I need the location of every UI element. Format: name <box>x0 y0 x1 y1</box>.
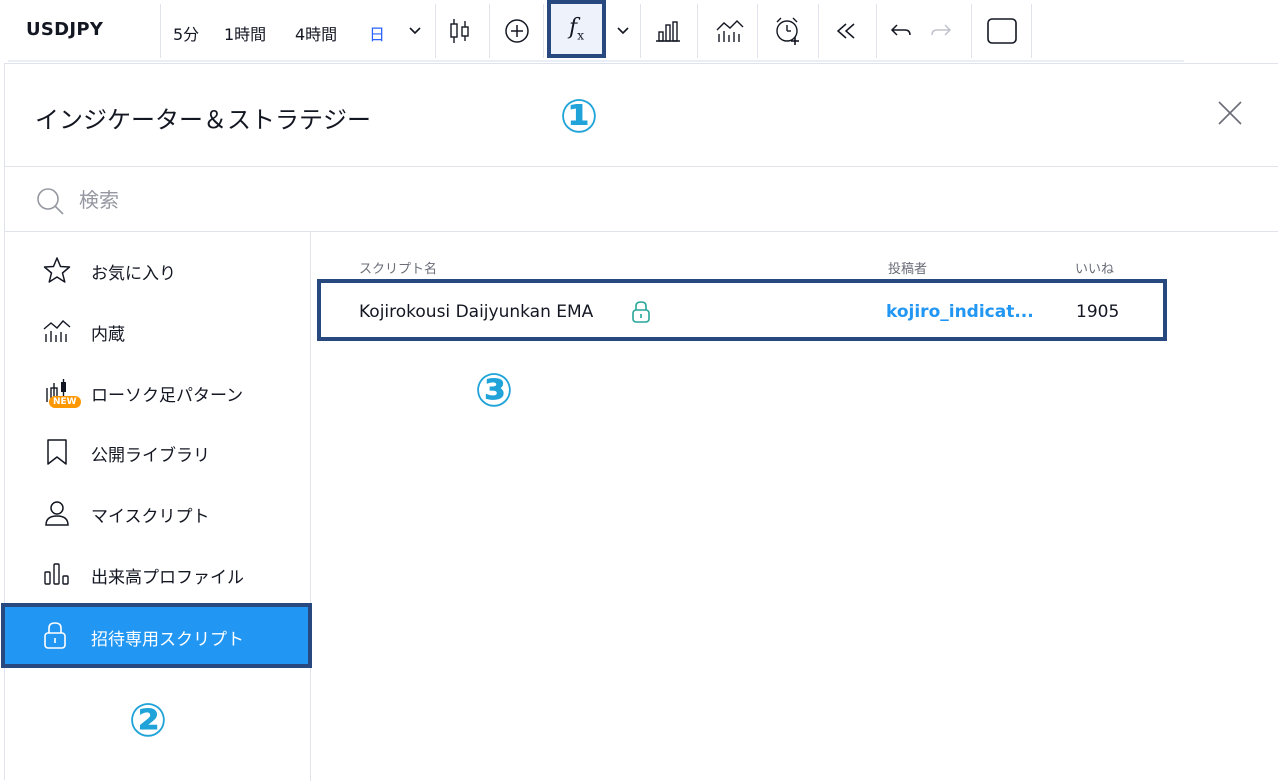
interval-1h[interactable]: 1時間 <box>224 21 266 45</box>
toolbar-divider <box>160 4 161 58</box>
dialog-title: インジケーター＆ストラテジー <box>35 106 371 134</box>
replay-icon[interactable] <box>829 14 863 48</box>
callout-1: ① <box>559 89 599 143</box>
toolbar-divider <box>435 4 436 58</box>
toolbar-divider <box>489 4 490 58</box>
interval-5m[interactable]: 5分 <box>173 21 199 45</box>
bar-chart-icon[interactable] <box>651 14 685 48</box>
search-input[interactable] <box>77 179 681 221</box>
sidebar-item-candlestick-patterns[interactable]: NEW ローソク足パターン <box>5 362 310 422</box>
lock-icon <box>41 621 69 649</box>
sidebar-item-invite-only[interactable]: 招待専用スクリプト <box>1 603 312 668</box>
toolbar-divider <box>1031 4 1032 58</box>
toolbar-divider <box>876 4 877 58</box>
sidebar-item-label: お気に入り <box>91 264 176 284</box>
alarm-plus-icon[interactable] <box>771 14 805 48</box>
templates-icon[interactable] <box>713 14 747 48</box>
column-header-likes: いいね <box>1075 262 1115 277</box>
dialog-header: インジケーター＆ストラテジー <box>5 64 1278 167</box>
table-row[interactable]: Kojirokousi Daijyunkan EMA kojiro_indica… <box>317 279 1167 341</box>
toolbar-divider <box>757 4 758 58</box>
callout-3: ③ <box>474 363 514 417</box>
bookmark-icon <box>43 438 71 466</box>
indicators-dialog: インジケーター＆ストラテジー お気に入り 内蔵 NEW <box>1 63 1278 781</box>
top-toolbar: USDJPY 5分 1時間 4時間 日 fx <box>0 0 1278 62</box>
lock-icon <box>631 300 651 328</box>
toolbar-divider <box>818 4 819 58</box>
script-author-link[interactable]: kojiro_indicat... <box>886 302 1034 322</box>
candles-icon[interactable] <box>443 14 477 48</box>
callout-2: ② <box>128 693 168 747</box>
search-row <box>5 167 1278 232</box>
interval-4h[interactable]: 4時間 <box>295 21 337 45</box>
fullscreen-square-icon[interactable] <box>985 14 1019 48</box>
column-header-author: 投稿者 <box>888 262 928 277</box>
compare-plus-icon[interactable] <box>500 14 534 48</box>
chevron-down-icon[interactable] <box>398 14 432 48</box>
search-icon <box>35 186 65 220</box>
symbol-button[interactable]: USDJPY <box>26 19 103 40</box>
redo-icon <box>924 14 958 48</box>
function-icon: fx <box>569 15 584 43</box>
sidebar-item-favorites[interactable]: お気に入り <box>5 240 310 300</box>
toolbar-divider <box>971 4 972 58</box>
toolbar-divider <box>697 4 698 58</box>
star-icon <box>43 256 71 284</box>
sidebar-item-label: 招待専用スクリプト <box>91 630 244 650</box>
undo-icon[interactable] <box>884 14 918 48</box>
sidebar-item-label: マイスクリプト <box>91 507 210 527</box>
sidebar-item-label: ローソク足パターン <box>91 386 244 406</box>
chevron-down-icon[interactable] <box>606 14 640 48</box>
sidebar-item-builtin[interactable]: 内蔵 <box>5 301 310 361</box>
toolbar-divider <box>543 4 544 58</box>
toolbar-divider <box>640 4 641 58</box>
close-icon[interactable] <box>1215 98 1245 128</box>
bars-icon <box>43 560 71 588</box>
sidebar-item-label: 公開ライブラリ <box>91 446 210 466</box>
new-badge: NEW <box>49 396 81 408</box>
chart-icon <box>43 317 71 345</box>
toolbar-border <box>8 60 1184 62</box>
user-icon <box>43 499 71 527</box>
script-name[interactable]: Kojirokousi Daijyunkan EMA <box>359 302 593 322</box>
sidebar-item-public-library[interactable]: 公開ライブラリ <box>5 422 310 482</box>
column-header-name: スクリプト名 <box>359 262 438 277</box>
interval-1d[interactable]: 日 <box>369 21 385 45</box>
sidebar-item-label: 出来高プロファイル <box>91 568 244 588</box>
sidebar-item-volume-profile[interactable]: 出来高プロファイル <box>5 544 310 604</box>
indicators-button[interactable]: fx <box>547 0 606 58</box>
sidebar-item-my-scripts[interactable]: マイスクリプト <box>5 483 310 543</box>
sidebar-item-label: 内蔵 <box>91 325 125 345</box>
script-likes: 1905 <box>1076 302 1120 322</box>
